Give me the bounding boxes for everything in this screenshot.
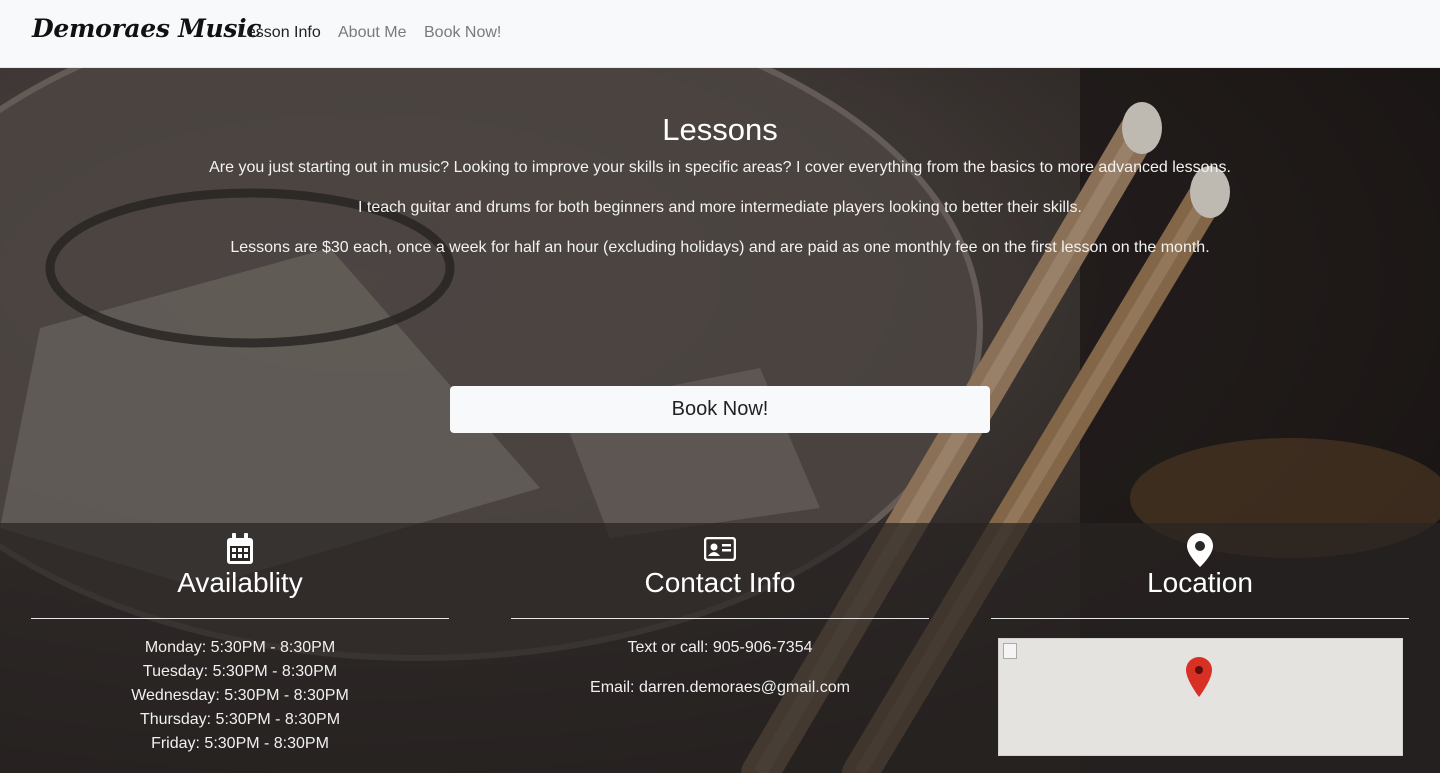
availability-monday: Monday: 5:30PM - 8:30PM	[144, 639, 336, 656]
lesson-intro-text: Are you just starting out in music? Look…	[209, 159, 1231, 176]
brand-logo[interactable]: Demoraes Music	[32, 14, 262, 43]
contact-email[interactable]: Email: darren.demoraes@gmail.com	[511, 679, 929, 697]
book-now-button[interactable]: Book Now!	[450, 386, 990, 433]
lesson-pricing-text: Lessons are $30 each, once a week for ha…	[230, 239, 1210, 256]
nav-link-book-now[interactable]: Book Now!	[424, 24, 501, 42]
location-divider	[991, 618, 1409, 619]
location-map[interactable]	[998, 638, 1403, 756]
location-title: Location	[1147, 567, 1253, 598]
broken-image-icon	[1003, 643, 1017, 659]
navbar: Demoraes Music Lesson Info About Me Book…	[0, 0, 1440, 68]
nav-link-about-me[interactable]: About Me	[338, 24, 406, 42]
lessons-title: Lessons	[662, 112, 778, 147]
availability-tuesday: Tuesday: 5:30PM - 8:30PM	[142, 663, 338, 680]
map-marker-icon[interactable]	[1186, 657, 1212, 697]
contact-card-icon	[511, 537, 929, 571]
availability-divider	[31, 618, 449, 619]
nav-link-lesson-info[interactable]: Lesson Info	[238, 24, 321, 42]
availability-wednesday: Wednesday: 5:30PM - 8:30PM	[131, 687, 349, 704]
availability-friday: Friday: 5:30PM - 8:30PM	[151, 735, 329, 752]
availability-thursday: Thursday: 5:30PM - 8:30PM	[139, 711, 341, 728]
availability-title: Availablity	[177, 567, 303, 598]
lesson-instruments-text: I teach guitar and drums for both beginn…	[358, 199, 1082, 216]
map-pin-icon	[991, 533, 1409, 567]
calendar-icon	[31, 533, 449, 567]
contact-title: Contact Info	[644, 567, 796, 598]
contact-divider	[511, 618, 929, 619]
contact-phone[interactable]: Text or call: 905-906-7354	[511, 639, 929, 657]
